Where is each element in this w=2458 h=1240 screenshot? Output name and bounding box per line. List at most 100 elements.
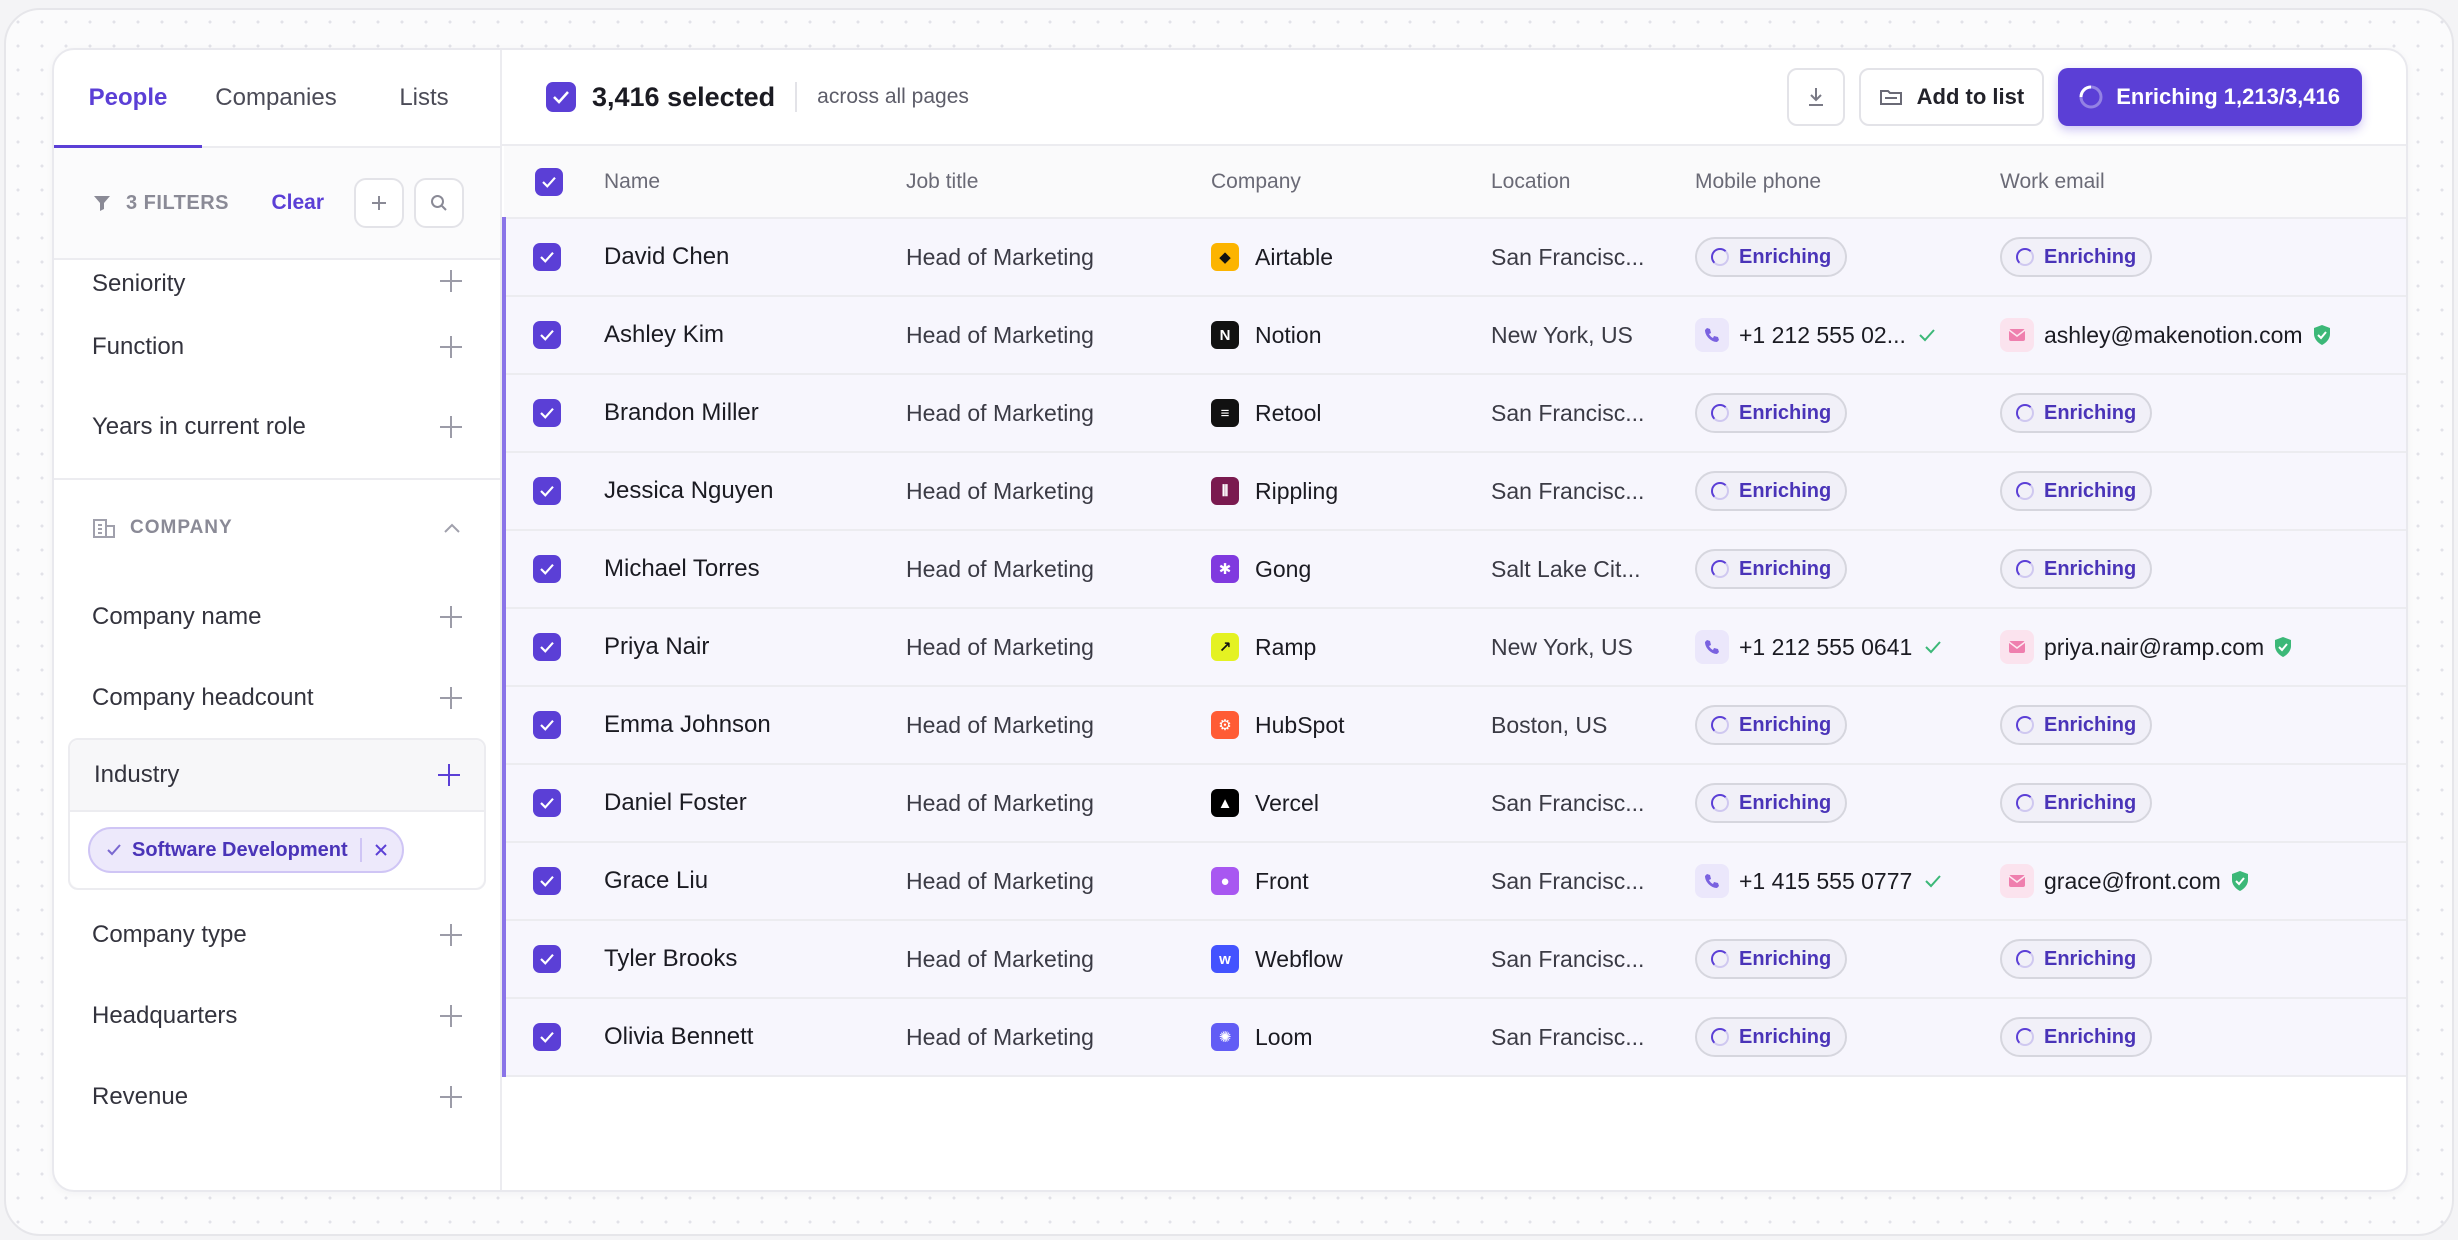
person-name[interactable]: Olivia Bennett: [604, 998, 906, 1076]
verified-icon: [2229, 870, 2251, 892]
check-icon: [540, 563, 554, 575]
filter-company-headcount[interactable]: Company headcount: [54, 657, 500, 738]
row-checkbox[interactable]: [533, 867, 561, 895]
filter-industry[interactable]: Industry: [70, 740, 484, 812]
row-checkbox[interactable]: [533, 1023, 561, 1051]
table-row[interactable]: Emma Johnson Head of Marketing ⚙ HubSpot…: [502, 686, 2406, 764]
filter-seniority[interactable]: Seniority: [54, 260, 500, 306]
table-row[interactable]: Olivia Bennett Head of Marketing ✺ Loom …: [502, 998, 2406, 1076]
person-name[interactable]: Priya Nair: [604, 608, 906, 686]
check-icon: [540, 641, 554, 653]
row-checkbox[interactable]: [533, 711, 561, 739]
email-value[interactable]: ashley@makenotion.com: [2000, 318, 2333, 352]
row-checkbox[interactable]: [533, 399, 561, 427]
person-name[interactable]: Ashley Kim: [604, 296, 906, 374]
company-section-header[interactable]: COMPANY: [54, 480, 500, 576]
download-button[interactable]: [1786, 68, 1845, 126]
mobile-phone-cell: Enriching: [1695, 452, 2000, 530]
spinner-icon: [1711, 716, 1729, 734]
column-header-name[interactable]: Name: [604, 146, 906, 218]
add-to-list-button[interactable]: Add to list: [1858, 68, 2045, 126]
row-checkbox[interactable]: [533, 633, 561, 661]
table-row[interactable]: Tyler Brooks Head of Marketing w Webflow…: [502, 920, 2406, 998]
company-cell[interactable]: ◆ Airtable: [1211, 218, 1491, 296]
company-cell[interactable]: ● Front: [1211, 842, 1491, 920]
email-value[interactable]: grace@front.com: [2000, 864, 2251, 898]
table-row[interactable]: Michael Torres Head of Marketing ✱ Gong …: [502, 530, 2406, 608]
email-value[interactable]: priya.nair@ramp.com: [2000, 630, 2294, 664]
phone-value[interactable]: +1 212 555 0641: [1695, 630, 1942, 664]
row-checkbox[interactable]: [533, 321, 561, 349]
row-checkbox[interactable]: [533, 477, 561, 505]
table-row[interactable]: Daniel Foster Head of Marketing ▲ Vercel…: [502, 764, 2406, 842]
filter-headquarters[interactable]: Headquarters: [54, 975, 500, 1056]
person-name[interactable]: Jessica Nguyen: [604, 452, 906, 530]
filter-years-in-role[interactable]: Years in current role: [54, 387, 500, 466]
company-cell[interactable]: ↗ Ramp: [1211, 608, 1491, 686]
column-header-work-email[interactable]: Work email: [2000, 146, 2406, 218]
tab-lists[interactable]: Lists: [350, 50, 498, 146]
filter-function[interactable]: Function: [54, 306, 500, 387]
company-cell[interactable]: ▲ Vercel: [1211, 764, 1491, 842]
company-cell[interactable]: ✺ Loom: [1211, 998, 1491, 1076]
table-row[interactable]: David Chen Head of Marketing ◆ Airtable …: [502, 218, 2406, 296]
clear-filters-button[interactable]: Clear: [271, 191, 324, 215]
work-email-cell: Enriching: [2000, 686, 2406, 764]
enriching-progress-button[interactable]: Enriching 1,213/3,416: [2058, 68, 2362, 126]
table-row[interactable]: Brandon Miller Head of Marketing ≡ Retoo…: [502, 374, 2406, 452]
row-checkbox[interactable]: [533, 945, 561, 973]
column-header-company[interactable]: Company: [1211, 146, 1491, 218]
column-header-location[interactable]: Location: [1491, 146, 1695, 218]
remove-chip-icon[interactable]: [374, 843, 388, 857]
industry-chip[interactable]: Software Development: [88, 827, 404, 873]
search-filters-button[interactable]: [414, 178, 464, 228]
chip-label: Software Development: [132, 838, 348, 861]
table-row[interactable]: Ashley Kim Head of Marketing N Notion Ne…: [502, 296, 2406, 374]
work-email-cell: Enriching: [2000, 218, 2406, 296]
person-name[interactable]: Emma Johnson: [604, 686, 906, 764]
phone-text: +1 212 555 02...: [1739, 321, 1906, 348]
tab-companies[interactable]: Companies: [202, 50, 350, 146]
phone-value[interactable]: +1 415 555 0777: [1695, 864, 1942, 898]
filter-company-type[interactable]: Company type: [54, 894, 500, 975]
person-name[interactable]: Grace Liu: [604, 842, 906, 920]
phone-value[interactable]: +1 212 555 02...: [1695, 318, 1936, 352]
company-cell[interactable]: ⚙ HubSpot: [1211, 686, 1491, 764]
person-name[interactable]: Daniel Foster: [604, 764, 906, 842]
select-all-checkbox[interactable]: [546, 82, 576, 112]
filter-revenue[interactable]: Revenue: [54, 1056, 500, 1137]
add-filter-button[interactable]: [354, 178, 404, 228]
check-icon: [540, 407, 554, 419]
plus-icon: [438, 764, 460, 786]
filter-company-name[interactable]: Company name: [54, 576, 500, 657]
plus-icon: [440, 415, 462, 438]
person-name[interactable]: Brandon Miller: [604, 374, 906, 452]
phone-text: +1 212 555 0641: [1739, 633, 1913, 660]
company-cell[interactable]: w Webflow: [1211, 920, 1491, 998]
column-header-mobile-phone[interactable]: Mobile phone: [1695, 146, 2000, 218]
company-cell[interactable]: ✱ Gong: [1211, 530, 1491, 608]
badge-label: Enriching: [1739, 947, 1832, 970]
person-name[interactable]: David Chen: [604, 218, 906, 296]
column-header-job-title[interactable]: Job title: [906, 146, 1211, 218]
header-checkbox[interactable]: [535, 167, 563, 196]
phone-icon: [1695, 630, 1729, 664]
row-checkbox[interactable]: [533, 789, 561, 817]
tab-people[interactable]: People: [54, 50, 202, 148]
person-name[interactable]: Tyler Brooks: [604, 920, 906, 998]
company-cell[interactable]: ≡ Retool: [1211, 374, 1491, 452]
results-panel: 3,416 selected across all pages Add to l…: [502, 50, 2406, 1190]
row-checkbox-cell: [502, 296, 604, 374]
row-checkbox[interactable]: [533, 243, 561, 271]
table-row[interactable]: Priya Nair Head of Marketing ↗ Ramp New …: [502, 608, 2406, 686]
table-row[interactable]: Jessica Nguyen Head of Marketing ⦀ Rippl…: [502, 452, 2406, 530]
company-cell[interactable]: N Notion: [1211, 296, 1491, 374]
company-cell[interactable]: ⦀ Rippling: [1211, 452, 1491, 530]
table-row[interactable]: Grace Liu Head of Marketing ● Front San …: [502, 842, 2406, 920]
mobile-phone-cell: Enriching: [1695, 218, 2000, 296]
badge-label: Enriching: [2044, 245, 2137, 268]
person-name[interactable]: Michael Torres: [604, 530, 906, 608]
job-title: Head of Marketing: [906, 867, 1094, 894]
row-checkbox[interactable]: [533, 555, 561, 583]
chevron-up-icon[interactable]: [442, 522, 462, 534]
